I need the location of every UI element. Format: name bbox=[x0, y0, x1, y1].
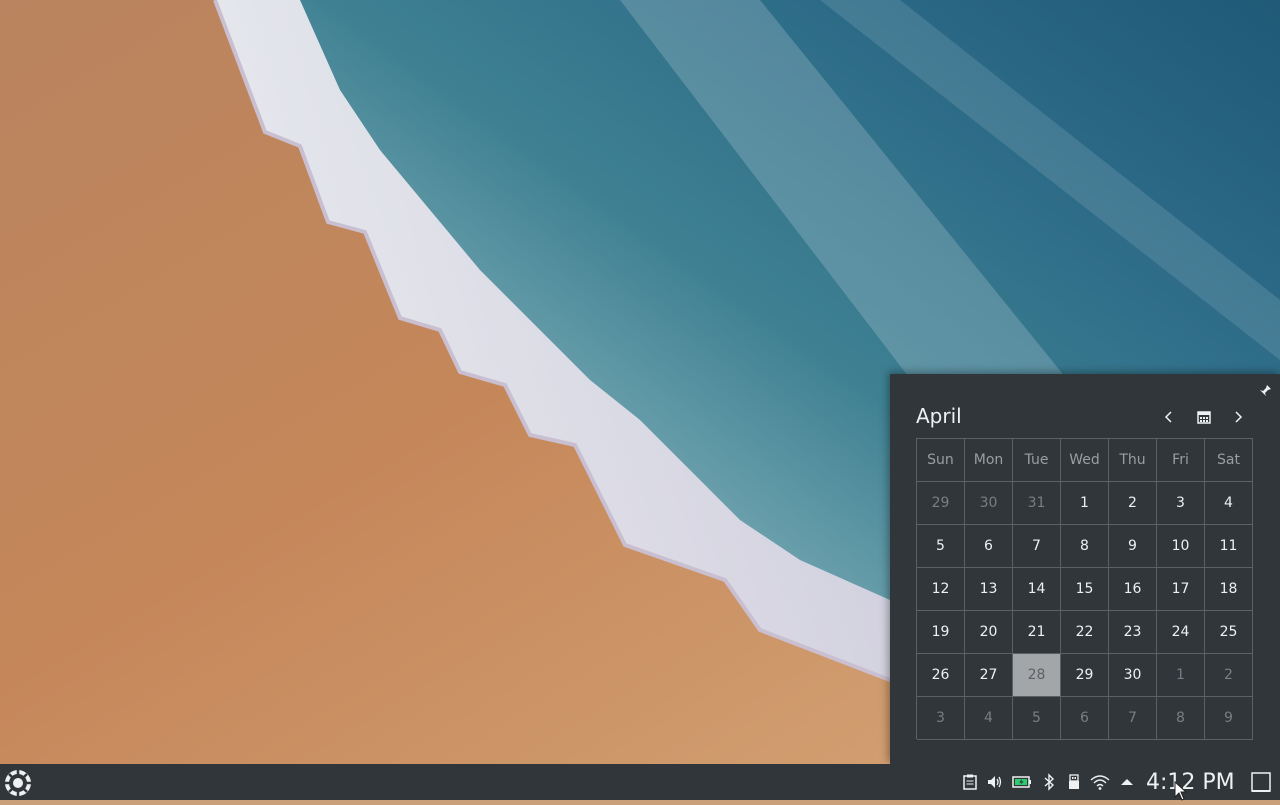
calendar-day[interactable]: 25 bbox=[1205, 611, 1253, 654]
calendar-icon[interactable] bbox=[1195, 408, 1213, 426]
expand-tray-arrow-icon[interactable] bbox=[1118, 773, 1136, 791]
pin-icon[interactable] bbox=[1258, 384, 1272, 398]
calendar-day[interactable]: 18 bbox=[1205, 568, 1253, 611]
bluetooth-icon[interactable] bbox=[1040, 773, 1058, 791]
taskbar: 4:12 PM bbox=[0, 764, 1280, 800]
calendar-grid: Sun Mon Tue Wed Thu Fri Sat 29 30 31 1 2 3 4 5 6 7 8 9 10 11… bbox=[916, 438, 1253, 740]
calendar-popup: April Sun Mon Tue Wed Thu Fri Sat 29 30 31 1 2 3 4 5 6 7… bbox=[890, 374, 1280, 764]
calendar-day[interactable]: 2 bbox=[1109, 482, 1157, 525]
calendar-day[interactable]: 10 bbox=[1157, 525, 1205, 568]
calendar-day[interactable]: 9 bbox=[1109, 525, 1157, 568]
calendar-day[interactable]: 22 bbox=[1061, 611, 1109, 654]
calendar-day[interactable]: 30 bbox=[965, 482, 1013, 525]
digital-clock[interactable]: 4:12 PM bbox=[1146, 768, 1235, 798]
calendar-day[interactable]: 30 bbox=[1109, 654, 1157, 697]
wifi-icon[interactable] bbox=[1090, 773, 1110, 791]
usb-device-icon[interactable] bbox=[1065, 773, 1083, 791]
weekday-header: Wed bbox=[1061, 439, 1109, 482]
calendar-day[interactable]: 11 bbox=[1205, 525, 1253, 568]
calendar-day[interactable]: 27 bbox=[965, 654, 1013, 697]
calendar-day[interactable]: 3 bbox=[1157, 482, 1205, 525]
application-launcher-icon[interactable] bbox=[3, 768, 33, 798]
calendar-day[interactable]: 20 bbox=[965, 611, 1013, 654]
weekday-header: Thu bbox=[1109, 439, 1157, 482]
calendar-day[interactable]: 19 bbox=[917, 611, 965, 654]
calendar-day[interactable]: 26 bbox=[917, 654, 965, 697]
calendar-day[interactable]: 6 bbox=[1061, 697, 1109, 740]
calendar-day[interactable]: 23 bbox=[1109, 611, 1157, 654]
calendar-day[interactable]: 6 bbox=[965, 525, 1013, 568]
calendar-day[interactable]: 24 bbox=[1157, 611, 1205, 654]
mouse-pointer-icon bbox=[1174, 780, 1188, 801]
weekday-header: Sat bbox=[1205, 439, 1253, 482]
calendar-day[interactable]: 29 bbox=[1061, 654, 1109, 697]
clipboard-icon[interactable] bbox=[961, 773, 979, 791]
calendar-day[interactable]: 2 bbox=[1205, 654, 1253, 697]
volume-icon[interactable] bbox=[986, 773, 1004, 791]
calendar-day[interactable]: 31 bbox=[1013, 482, 1061, 525]
calendar-day[interactable]: 15 bbox=[1061, 568, 1109, 611]
weekday-header: Fri bbox=[1157, 439, 1205, 482]
battery-icon[interactable] bbox=[1012, 773, 1031, 791]
calendar-day[interactable]: 4 bbox=[965, 697, 1013, 740]
calendar-day[interactable]: 3 bbox=[917, 697, 965, 740]
calendar-day[interactable]: 9 bbox=[1205, 697, 1253, 740]
month-title: April bbox=[916, 404, 962, 428]
chevron-right-icon[interactable] bbox=[1229, 408, 1247, 426]
calendar-day[interactable]: 4 bbox=[1205, 482, 1253, 525]
calendar-day[interactable]: 5 bbox=[1013, 697, 1061, 740]
weekday-header: Tue bbox=[1013, 439, 1061, 482]
calendar-day[interactable]: 12 bbox=[917, 568, 965, 611]
calendar-day[interactable]: 7 bbox=[1109, 697, 1157, 740]
calendar-day[interactable]: 17 bbox=[1157, 568, 1205, 611]
calendar-day[interactable]: 8 bbox=[1061, 525, 1109, 568]
calendar-day[interactable]: 1 bbox=[1157, 654, 1205, 697]
calendar-day[interactable]: 21 bbox=[1013, 611, 1061, 654]
calendar-day[interactable]: 7 bbox=[1013, 525, 1061, 568]
calendar-day[interactable]: 13 bbox=[965, 568, 1013, 611]
weekday-header: Sun bbox=[917, 439, 965, 482]
calendar-day[interactable]: 8 bbox=[1157, 697, 1205, 740]
calendar-day[interactable]: 1 bbox=[1061, 482, 1109, 525]
weekday-header: Mon bbox=[965, 439, 1013, 482]
calendar-day[interactable]: 14 bbox=[1013, 568, 1061, 611]
calendar-day[interactable]: 16 bbox=[1109, 568, 1157, 611]
chevron-left-icon[interactable] bbox=[1160, 408, 1178, 426]
calendar-day[interactable]: 29 bbox=[917, 482, 965, 525]
calendar-day-today[interactable]: 28 bbox=[1013, 654, 1061, 697]
show-desktop-icon[interactable] bbox=[1250, 771, 1272, 793]
calendar-day[interactable]: 5 bbox=[917, 525, 965, 568]
